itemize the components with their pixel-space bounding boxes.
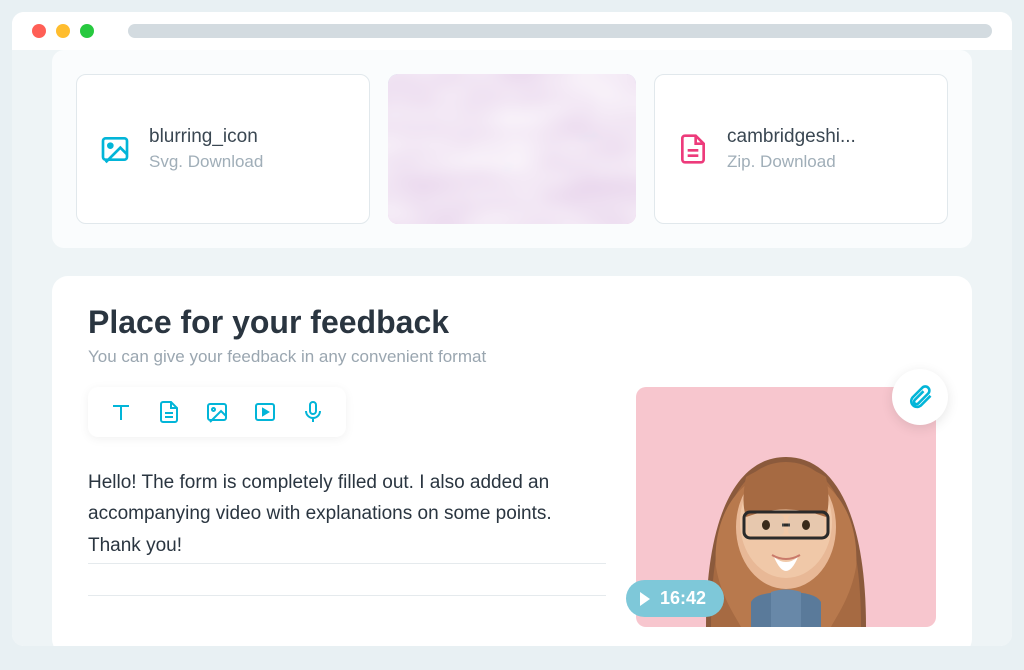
window-maximize-icon[interactable]: [80, 24, 94, 38]
file-info: cambridgeshi... Zip. Download: [727, 126, 925, 172]
image-icon: [205, 400, 229, 424]
url-bar[interactable]: [128, 24, 992, 38]
file-card[interactable]: cambridgeshi... Zip. Download: [654, 74, 948, 224]
text-format-button[interactable]: [108, 399, 134, 425]
play-icon: [640, 592, 650, 606]
video-format-button[interactable]: [252, 399, 278, 425]
video-duration: 16:42: [660, 588, 706, 609]
video-attachment: 16:42: [636, 387, 936, 627]
document-icon: [677, 133, 709, 165]
file-card-preview[interactable]: [388, 74, 636, 224]
text-icon: [109, 400, 133, 424]
feedback-panel: Place for your feedback You can give you…: [52, 276, 972, 646]
document-format-button[interactable]: [156, 399, 182, 425]
file-name: cambridgeshi...: [727, 126, 925, 148]
file-name: blurring_icon: [149, 126, 347, 148]
content-area: blurring_icon Svg. Download: [12, 50, 1012, 646]
feedback-body: Hello! The form is completely filled out…: [88, 387, 936, 627]
text-line: Hello! The form is completely filled out…: [88, 467, 606, 564]
file-card[interactable]: blurring_icon Svg. Download: [76, 74, 370, 224]
browser-chrome-bar: [12, 12, 1012, 50]
attach-button[interactable]: [892, 369, 948, 425]
file-icon: [157, 400, 181, 424]
file-meta: Zip. Download: [727, 152, 925, 172]
file-info: blurring_icon Svg. Download: [149, 126, 347, 172]
paperclip-icon: [906, 383, 934, 411]
feedback-subtitle: You can give your feedback in any conven…: [88, 347, 936, 367]
image-format-button[interactable]: [204, 399, 230, 425]
file-meta: Svg. Download: [149, 152, 347, 172]
text-line-empty: [88, 564, 606, 596]
video-duration-badge[interactable]: 16:42: [626, 580, 724, 617]
microphone-icon: [301, 400, 325, 424]
feedback-left: Hello! The form is completely filled out…: [88, 387, 606, 596]
format-toolbar: [88, 387, 346, 437]
feedback-title: Place for your feedback: [88, 304, 936, 341]
image-icon: [99, 133, 131, 165]
video-thumbnail[interactable]: 16:42: [636, 387, 936, 627]
video-icon: [253, 400, 277, 424]
feedback-message[interactable]: Hello! The form is completely filled out…: [88, 467, 606, 596]
files-panel: blurring_icon Svg. Download: [52, 50, 972, 248]
window-minimize-icon[interactable]: [56, 24, 70, 38]
audio-format-button[interactable]: [300, 399, 326, 425]
window-close-icon[interactable]: [32, 24, 46, 38]
gradient-preview: [388, 74, 636, 224]
browser-frame: blurring_icon Svg. Download: [12, 12, 1012, 646]
